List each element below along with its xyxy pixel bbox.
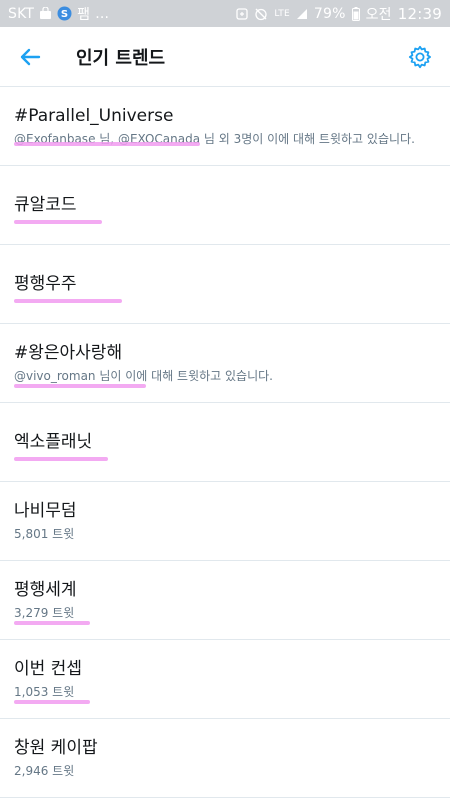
carrier-label: SKT (8, 5, 35, 22)
trend-context-suffix: 님 외 3명이 이에 대해 트윗하고 있습니다. (200, 132, 415, 146)
app-header: 인기 트렌드 (0, 27, 450, 87)
back-button[interactable] (0, 27, 60, 87)
status-left: SKT S 팸 ... (8, 4, 109, 24)
trend-item-butterfly-tomb[interactable]: 나비무덤 5,801 트윗 (0, 482, 450, 561)
trend-name: 창원 케이팝 (14, 738, 98, 758)
battery-saver-icon (236, 7, 248, 20)
trend-name: 큐알코드 (14, 195, 77, 215)
trend-item-exoplanet[interactable]: 엑소플래닛 (0, 403, 450, 482)
more-notifications-ellipsis: ... (95, 5, 110, 22)
trend-name: 이번 컨셉 (14, 659, 82, 679)
tweet-count: 1,053 트윗 (14, 685, 75, 699)
battery-percent: 79% (313, 5, 346, 22)
ampm-label: 오전 (365, 6, 392, 23)
trend-context-suffix: 님이 이에 대해 트윗하고 있습니다. (95, 369, 273, 383)
trend-list: #Parallel_Universe @Exofanbase 님, @EXOCa… (0, 87, 450, 798)
mention-link[interactable]: @vivo_roman (14, 369, 96, 383)
trend-name: #Parallel_Universe (14, 106, 174, 126)
mention-link[interactable]: @EXOCanada (118, 132, 200, 146)
status-right: LTE 79% 오전 12:39 (236, 4, 442, 24)
signal-icon (296, 8, 308, 20)
trend-name: 평행우주 (14, 274, 77, 294)
shopping-bag-icon (39, 7, 52, 20)
svg-text:S: S (61, 9, 68, 20)
trend-item-parallel-universe[interactable]: #Parallel_Universe @Exofanbase 님, @EXOCa… (0, 87, 450, 166)
back-arrow-icon (20, 48, 41, 65)
app-notification-glyph: 팸 (77, 6, 91, 23)
trend-name: 나비무덤 (14, 501, 77, 521)
tweet-count: 3,279 트윗 (14, 606, 75, 620)
network-type-label: LTE (274, 8, 290, 19)
alarm-off-icon (254, 7, 268, 21)
mention-link[interactable]: @Exofanbase (14, 132, 95, 146)
trend-name: 평행세계 (14, 580, 77, 600)
mention-separator: 님, (95, 132, 118, 146)
trend-item-this-concept[interactable]: 이번 컨셉 1,053 트윗 (0, 640, 450, 719)
trend-context: @vivo_roman 님이 이에 대해 트윗하고 있습니다. (14, 367, 436, 385)
trend-item-changwon-kpop[interactable]: 창원 케이팝 2,946 트윗 (0, 719, 450, 798)
trend-item-parallel-world[interactable]: 평행세계 3,279 트윗 (0, 561, 450, 640)
settings-button[interactable] (390, 27, 450, 87)
highlighter-mark (14, 220, 102, 224)
battery-icon (351, 6, 360, 21)
tweet-count: 5,801 트윗 (14, 527, 75, 541)
page-title: 인기 트렌드 (76, 47, 166, 69)
trend-item-wang-eun[interactable]: #왕은아사랑해 @vivo_roman 님이 이에 대해 트윗하고 있습니다. (0, 324, 450, 403)
trend-item-parallel-space[interactable]: 평행우주 (0, 245, 450, 324)
status-bar: SKT S 팸 ... LTE 79% 오전 12:39 (0, 0, 450, 27)
clock-time: 12:39 (397, 4, 442, 23)
tweet-count: 2,946 트윗 (14, 764, 75, 778)
highlighter-mark (14, 457, 108, 461)
trend-context: @Exofanbase 님, @EXOCanada 님 외 3명이 이에 대해 … (14, 130, 436, 148)
trend-name: 엑소플래닛 (14, 432, 93, 452)
trend-item-qr-code[interactable]: 큐알코드 (0, 166, 450, 245)
s-app-icon: S (57, 6, 72, 21)
gear-icon (408, 45, 431, 68)
highlighter-mark (14, 299, 122, 303)
trend-name: #왕은아사랑해 (14, 343, 123, 363)
